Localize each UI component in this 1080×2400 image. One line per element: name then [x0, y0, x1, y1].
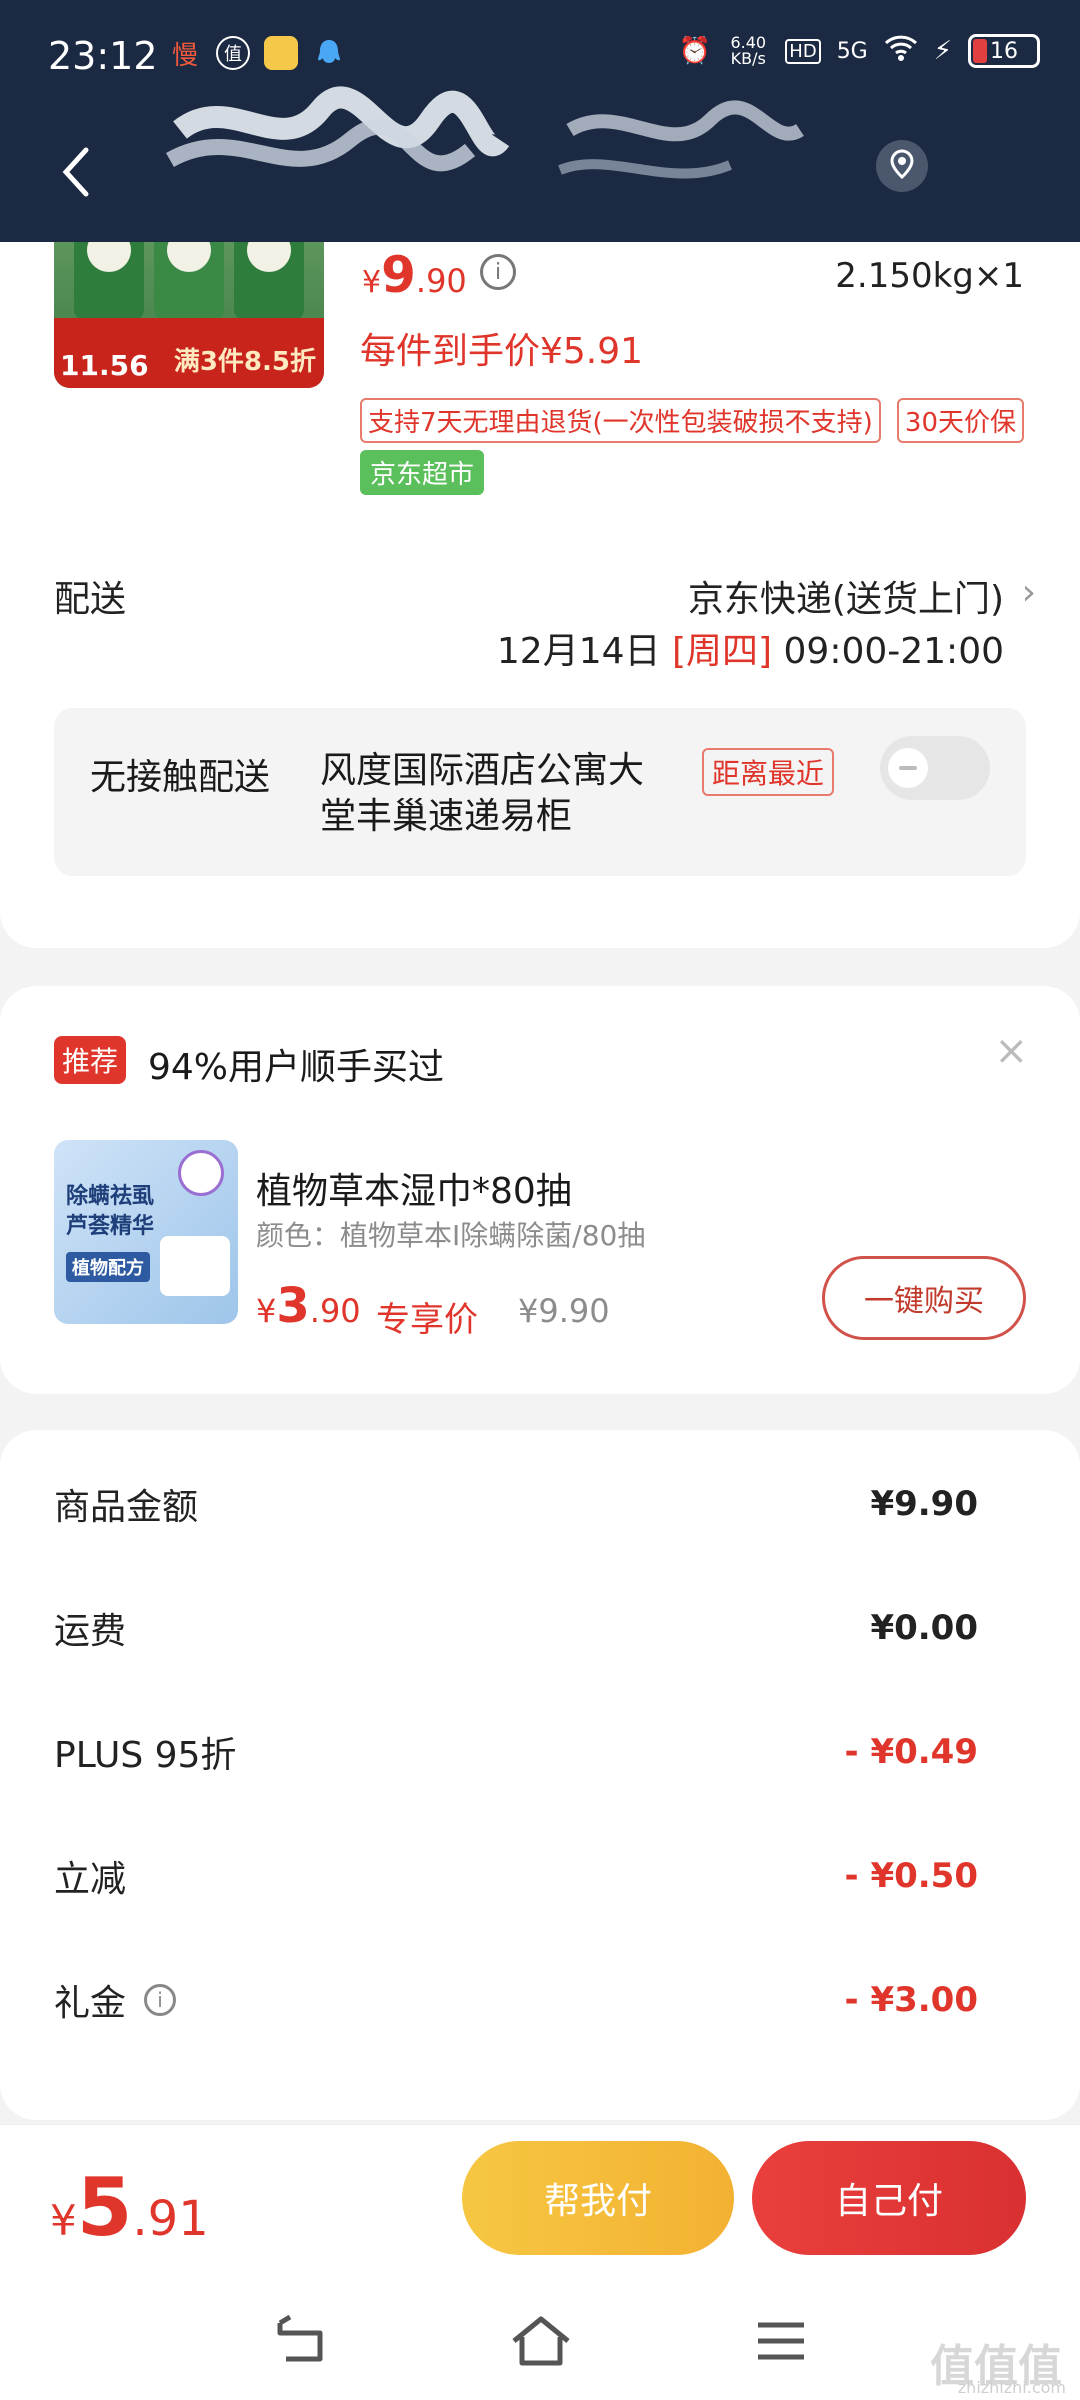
- hd-icon: HD: [785, 38, 821, 64]
- summary-row: 运费 ¥0.00: [54, 1598, 978, 1658]
- top-header: 23:12 慢 值 ⏰ 6.40 KB/s HD 5G ⚡ 16: [0, 0, 1080, 242]
- no-contact-delivery: 无接触配送 风度国际酒店公寓大堂丰巢速递易柜 距离最近: [54, 708, 1026, 876]
- store-tag: 京东超市: [360, 450, 485, 495]
- price-integer: 9: [381, 246, 416, 304]
- battery-icon: 16: [968, 34, 1040, 68]
- watermark-url: zhizhizhi.com: [957, 2378, 1066, 2397]
- rec-price-integer: 3: [276, 1278, 310, 1334]
- image-line-1: 除螨祛虱: [66, 1184, 155, 1209]
- delivery-method[interactable]: 京东快递(送货上门): [688, 570, 1004, 622]
- summary-value: ¥0.00: [870, 1608, 978, 1648]
- price-protect-tag: 30天价保: [896, 398, 1024, 443]
- summary-label-text: 礼金: [54, 1983, 127, 2024]
- back-button[interactable]: [56, 140, 104, 204]
- app-notification-icon: [264, 36, 298, 70]
- summary-label: PLUS 95折: [54, 1726, 236, 1778]
- delivery-weekday: [周四]: [671, 631, 773, 672]
- location-button[interactable]: [876, 140, 928, 192]
- return-policy-tag: 支持7天无理由退货(一次性包装破损不支持): [360, 398, 881, 443]
- charging-icon: ⚡: [933, 36, 952, 66]
- image-price: 11.56: [60, 349, 149, 382]
- close-icon[interactable]: ×: [994, 1028, 1028, 1074]
- summary-label: 运费: [54, 1602, 126, 1654]
- delivery-label: 配送: [54, 579, 127, 620]
- no-contact-label: 无接触配送: [90, 757, 271, 798]
- recommendation-card: 推荐 94%用户顺手买过 × 除螨祛虱 芦荟精华 植物配方 植物草本湿巾*80抽…: [0, 986, 1080, 1394]
- unit-price: 每件到手价¥5.91: [360, 331, 644, 372]
- qq-icon: [312, 36, 346, 70]
- checkout-bar: ¥5.91 帮我付 自己付: [0, 2124, 1080, 2400]
- slow-badge-icon: 慢: [171, 40, 198, 71]
- summary-row: PLUS 95折 - ¥0.49: [54, 1722, 978, 1782]
- nav-home-icon[interactable]: [506, 2311, 576, 2371]
- net-speed: 6.40 KB/s: [730, 33, 767, 68]
- total-integer: 5: [76, 2161, 133, 2254]
- summary-label-text: 立减: [54, 1859, 127, 1900]
- wipes-pack: [160, 1236, 230, 1296]
- signal-icon: 5G: [836, 38, 868, 64]
- distance-tag: 距离最近: [702, 748, 835, 796]
- value-app-icon: 值: [216, 36, 250, 70]
- recommend-headline: 94%用户顺手买过: [148, 1047, 445, 1088]
- delivery-time-range: 09:00-21:00: [783, 631, 1004, 672]
- summary-value: - ¥0.49: [844, 1732, 979, 1772]
- summary-row: 商品金额 ¥9.90: [54, 1474, 978, 1534]
- status-notifications: 慢 值: [168, 36, 346, 71]
- nav-back-icon[interactable]: [266, 2311, 336, 2371]
- summary-label: 立减: [54, 1850, 126, 1902]
- no-contact-toggle[interactable]: [880, 736, 990, 800]
- image-line-2: 芦荟精华: [66, 1214, 155, 1239]
- alarm-icon: ⏰: [678, 36, 712, 66]
- summary-row: 礼金 i - ¥3.00: [54, 1970, 978, 2030]
- toggle-knob: [888, 748, 928, 788]
- total-symbol: ¥: [50, 2196, 77, 2245]
- price-decimal: .90: [415, 262, 467, 300]
- nav-menu-icon[interactable]: [746, 2311, 816, 2371]
- delivery-time[interactable]: 12月14日 [周四] 09:00-21:00: [497, 622, 1004, 674]
- battery-level: 16: [990, 38, 1018, 64]
- product-price: ¥9.90: [362, 246, 467, 304]
- recommend-price: ¥3.90: [256, 1278, 361, 1334]
- weight-quantity: 2.150kg×1: [835, 256, 1024, 296]
- exclusive-price-label: 专享价: [376, 1300, 478, 1340]
- recommend-name[interactable]: 植物草本湿巾*80抽: [256, 1162, 572, 1214]
- status-time: 23:12: [48, 34, 158, 78]
- image-promo: 满3件8.5折: [173, 347, 316, 377]
- status-right: ⏰ 6.40 KB/s HD 5G ⚡ 16: [679, 34, 1040, 68]
- original-price: ¥9.90: [518, 1292, 610, 1330]
- one-click-buy-button[interactable]: 一键购买: [822, 1256, 1026, 1340]
- recommend-product-image[interactable]: 除螨祛虱 芦荟精华 植物配方: [54, 1140, 238, 1324]
- rec-price-decimal: .90: [309, 1292, 361, 1330]
- summary-label-text: PLUS 95折: [54, 1735, 237, 1776]
- total-decimal: .91: [132, 2191, 209, 2247]
- wifi-icon: [884, 35, 918, 68]
- price-summary-card: 商品金额 ¥9.90 运费 ¥0.00 PLUS 95折 - ¥0.49 立减 …: [0, 1430, 1080, 2120]
- help-pay-button[interactable]: 帮我付: [462, 2141, 734, 2255]
- gift-info-icon[interactable]: i: [144, 1984, 177, 2016]
- chevron-right-icon[interactable]: ›: [1022, 572, 1036, 613]
- self-pay-button[interactable]: 自己付: [752, 2141, 1026, 2255]
- summary-value: - ¥3.00: [844, 1980, 979, 2020]
- no-contact-address: 风度国际酒店公寓大堂丰巢速递易柜: [320, 750, 645, 837]
- order-item-card: 11.56 满3件8.5折 ¥9.90 i 2.150kg×1 每件到手价¥5.…: [0, 160, 1080, 948]
- recommend-badge: 推荐: [54, 1036, 127, 1084]
- summary-value: - ¥0.50: [844, 1856, 979, 1896]
- redacted-address-scribble: [150, 70, 850, 220]
- price-symbol: ¥: [362, 265, 382, 300]
- summary-label: 商品金额: [54, 1478, 198, 1530]
- summary-label: 礼金 i: [54, 1974, 177, 2026]
- summary-value: ¥9.90: [870, 1484, 978, 1524]
- delivery-date: 12月14日: [496, 631, 661, 672]
- price-info-icon[interactable]: i: [480, 254, 516, 290]
- summary-row: 立减 - ¥0.50: [54, 1846, 978, 1906]
- image-line-3: 植物配方: [66, 1252, 150, 1282]
- recommend-spec: 颜色：植物草本I除螨除菌/80抽: [256, 1219, 646, 1252]
- rec-price-symbol: ¥: [256, 1292, 277, 1330]
- percent-seal: [178, 1150, 224, 1196]
- summary-label-text: 商品金额: [54, 1487, 199, 1528]
- summary-label-text: 运费: [54, 1611, 127, 1652]
- location-pin-icon: [889, 149, 915, 183]
- total-price: ¥5.91: [50, 2161, 209, 2254]
